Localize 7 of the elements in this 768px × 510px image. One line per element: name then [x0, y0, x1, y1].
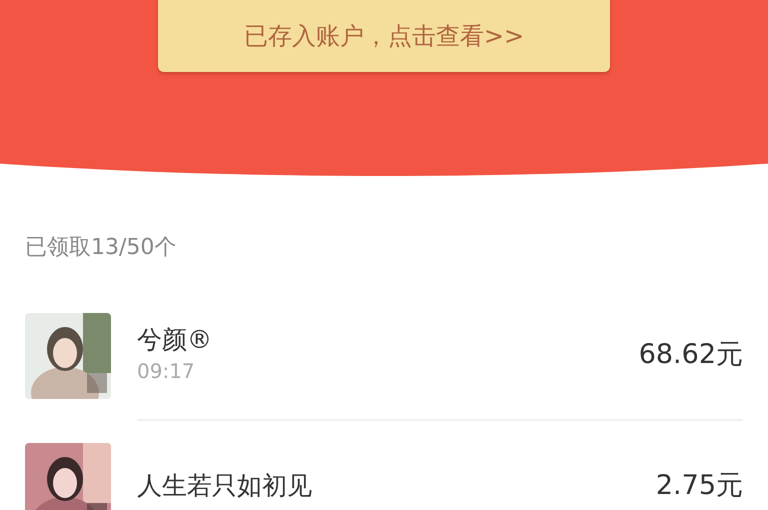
claimed-count: 已领取13/50个	[24, 234, 178, 262]
user-name: 兮颜®	[137, 324, 212, 356]
view-account-button[interactable]: 已存入账户，点击查看>>	[158, 0, 610, 72]
amount: 68.62元	[638, 338, 743, 372]
claim-time: 09:17	[137, 358, 196, 386]
amount: 2.75元	[656, 468, 743, 503]
user-name: 人生若只如初见	[137, 470, 312, 502]
